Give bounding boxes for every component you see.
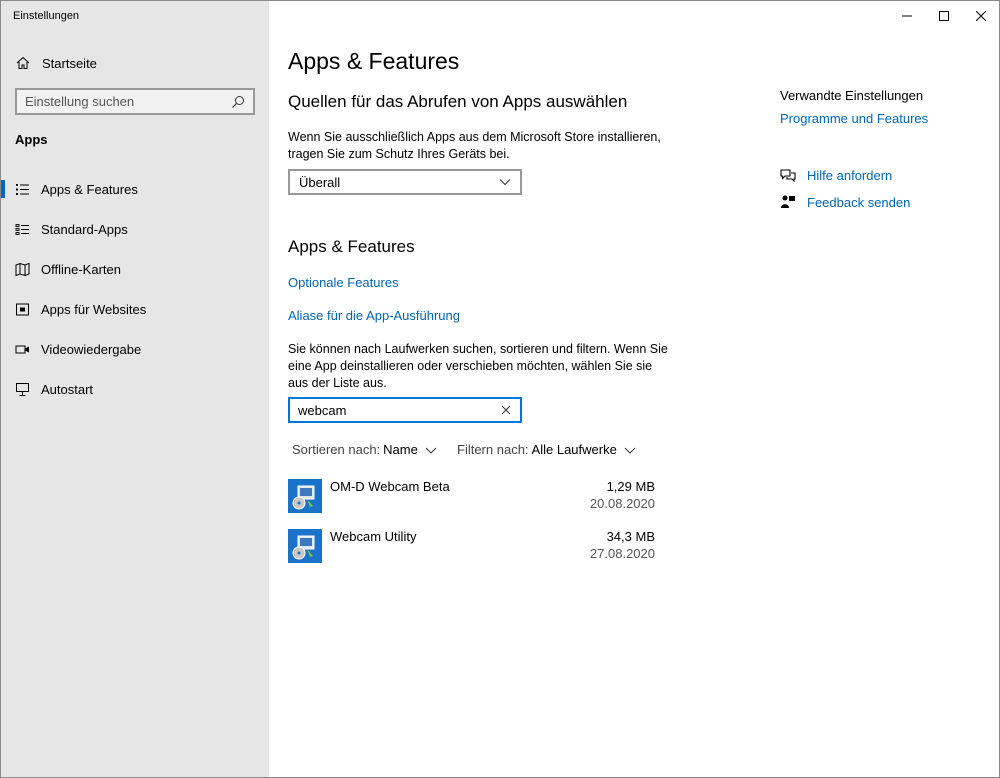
app-aliases-link[interactable]: Aliase für die App-Ausführung [288,308,460,323]
sort-label: Sortieren nach: [292,442,381,457]
chevron-down-icon [499,179,511,186]
app-list-item[interactable]: Webcam Utility 34,3 MB 27.08.2020 [288,529,655,565]
sidebar-item-video-playback[interactable]: Videowiedergabe [1,329,269,369]
video-icon [15,345,29,353]
app-source-dropdown[interactable]: Überall [288,169,522,195]
minimize-button[interactable] [888,1,925,31]
sidebar-item-apps-features[interactable]: Apps & Features [1,169,269,209]
source-description: Wenn Sie ausschließlich Apps aus dem Mic… [288,130,661,161]
send-feedback-label: Feedback senden [807,194,911,210]
sidebar-item-offline-maps[interactable]: Offline-Karten [1,249,269,289]
app-name: Webcam Utility [330,529,417,544]
optional-features-link[interactable]: Optionale Features [288,275,399,290]
home-link[interactable]: Startseite [15,53,97,73]
home-icon [16,56,30,69]
clear-icon[interactable] [500,404,512,416]
maximize-icon [938,11,949,21]
chevron-down-icon [425,447,437,454]
apps-features-heading: Apps & Features [288,237,415,256]
web-apps-icon [16,303,29,315]
minimize-icon [901,15,912,17]
sidebar-item-label: Apps & Features [41,181,138,197]
settings-search-box[interactable] [15,88,255,115]
sidebar: Einstellungen Startseite Apps App [1,1,269,777]
default-apps-icon [15,223,29,235]
map-icon [15,262,30,276]
settings-search-input[interactable] [25,94,231,109]
sort-value: Name [383,442,418,457]
chevron-down-icon [624,447,636,454]
search-icon[interactable] [231,95,245,109]
filter-dropdown[interactable]: Filtern nach: Alle Laufwerke [457,442,636,457]
app-search-box[interactable] [288,397,522,423]
maximize-button[interactable] [925,1,962,31]
sort-dropdown[interactable]: Sortieren nach: Name [292,442,437,457]
page-title: Apps & Features [288,48,460,74]
sidebar-item-label: Autostart [41,381,94,397]
sidebar-item-autostart[interactable]: Autostart [1,369,269,409]
sidebar-item-label: Apps für Websites [41,301,147,317]
installer-app-icon [288,479,322,513]
app-date: 27.08.2020 [589,546,655,561]
help-chat-icon [780,169,796,183]
get-help-label: Hilfe anfordern [807,167,893,183]
app-date: 20.08.2020 [589,496,655,511]
programs-features-link[interactable]: Programme und Features [780,111,928,126]
sidebar-item-label: Offline-Karten [41,261,121,277]
app-search-input[interactable] [298,402,500,418]
window-controls [888,1,999,31]
window-title: Einstellungen [13,10,80,22]
section-label: Apps [15,132,48,147]
close-button[interactable] [962,1,999,31]
sidebar-item-default-apps[interactable]: Standard-Apps [1,209,269,249]
sidebar-item-label: Videowiedergabe [41,341,142,357]
list-icon [16,183,29,195]
sidebar-nav: Apps & Features Standard-Apps Offline-Ka… [1,169,269,409]
app-name: OM-D Webcam Beta [330,479,450,494]
source-heading: Quellen für das Abrufen von Apps auswähl… [288,92,628,111]
app-size: 34,3 MB [606,529,655,544]
filter-value: Alle Laufwerke [531,442,617,457]
sidebar-item-apps-for-websites[interactable]: Apps für Websites [1,289,269,329]
close-icon [975,11,986,21]
filter-label: Filtern nach: [457,442,529,457]
get-help-link[interactable]: Hilfe anfordern [780,167,892,183]
search-description: Sie können nach Laufwerken suchen, sorti… [288,342,668,390]
feedback-icon [781,195,795,208]
installer-app-icon [288,529,322,563]
startup-icon [16,382,29,396]
sidebar-item-label: Standard-Apps [41,221,128,237]
app-source-selected: Überall [299,174,341,190]
app-list-item[interactable]: OM-D Webcam Beta 1,29 MB 20.08.2020 [288,479,655,515]
send-feedback-link[interactable]: Feedback senden [780,194,910,210]
app-size: 1,29 MB [606,479,655,494]
settings-window: Einstellungen Startseite Apps App [0,0,1000,778]
home-label: Startseite [42,55,97,71]
related-settings-title: Verwandte Einstellungen [780,88,924,103]
